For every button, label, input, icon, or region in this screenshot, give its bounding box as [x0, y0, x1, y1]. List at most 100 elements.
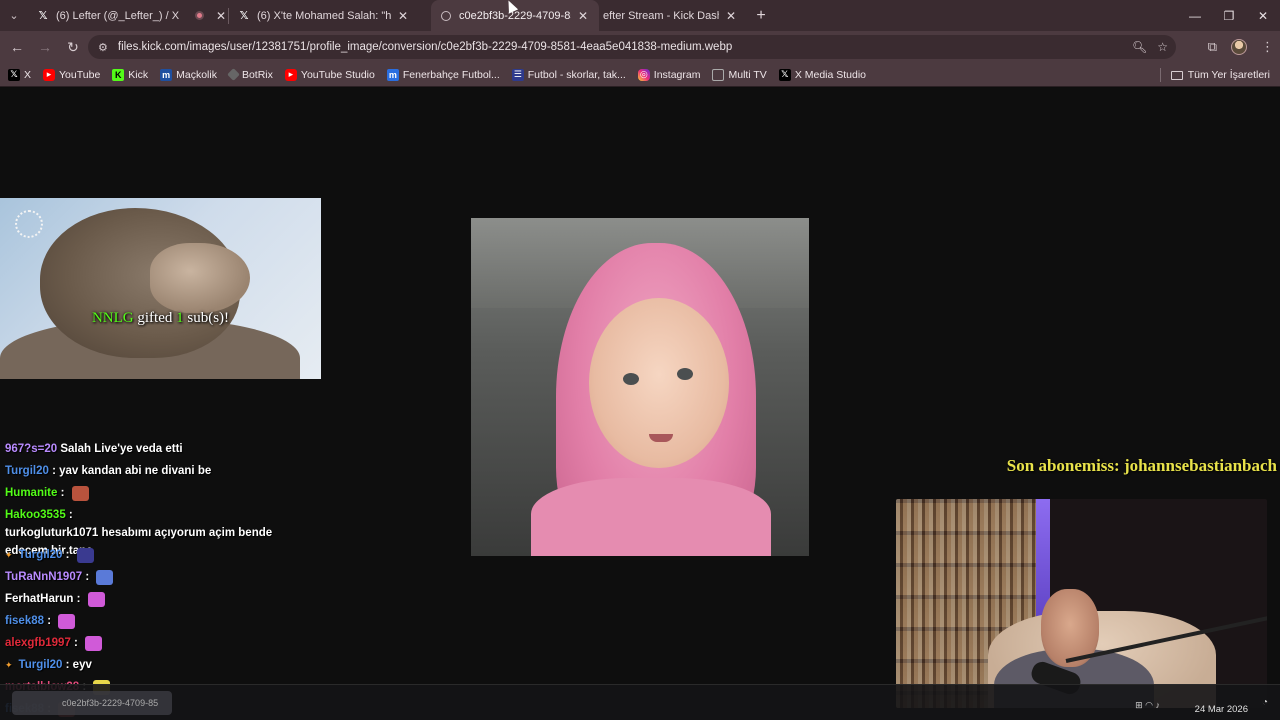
alert-username: NNLG [91, 310, 134, 326]
window-controls: — ❐ ✕ [1178, 0, 1280, 31]
close-window-button[interactable]: ✕ [1246, 0, 1280, 31]
chat-separator: : [82, 571, 93, 583]
minimize-button[interactable]: — [1178, 0, 1212, 31]
bookmark-youtube[interactable]: ▸ YouTube [43, 68, 100, 81]
chat-message: Turgil20 : yav kandan abi ne divani be [0, 460, 280, 482]
new-tab-button[interactable]: + [747, 7, 775, 25]
close-tab-icon[interactable]: ✕ [216, 9, 226, 23]
bookmark-label: Multi TV [728, 68, 767, 81]
bookmark-kick[interactable]: K Kick [112, 68, 149, 81]
bookmark-instagram[interactable]: ◎ Instagram [637, 68, 701, 81]
bookmark-botrix[interactable]: BotRix [227, 68, 273, 81]
tab-lefter-x[interactable]: 𝕏 (6) Lefter (@_Lefter_) / X [28, 0, 188, 31]
last-subscriber-banner: Son abonemiss: johannsebastianbach [1006, 456, 1277, 475]
bookmark-label: Kick [128, 68, 149, 81]
kick-icon: K [112, 68, 125, 81]
restore-button[interactable]: ❐ [1212, 0, 1246, 31]
system-tray-icons[interactable]: ⊞ ◠ ♪ [1135, 700, 1160, 711]
forward-button[interactable]: → [32, 34, 58, 60]
tab-search-button[interactable]: ⌄ [0, 0, 28, 31]
chat-emote-icon [71, 485, 89, 501]
bookmark-label: BotRix [241, 68, 273, 81]
bookmark-label: Fenerbahçe Futbol... [402, 68, 500, 81]
chat-username: Hakoo3535 [5, 509, 66, 521]
browser-toolbar: ← → ↻ ⚙ files.kick.com/images/user/12381… [0, 31, 1280, 63]
profile-image-view [471, 218, 809, 556]
youtube-icon: ▸ [284, 68, 297, 81]
chat-separator: : [44, 615, 55, 627]
chat-message: Humanite : [0, 482, 280, 504]
bookmark-youtube-studio[interactable]: ▸ YouTube Studio [284, 68, 375, 81]
zoom-icon[interactable]: 🔍︎ [1132, 40, 1147, 54]
chat-separator: : [73, 593, 84, 605]
tab-kick-dashboard[interactable]: efter Stream - Kick Dashboard ✕ [599, 0, 747, 31]
bookmark-x-media-studio[interactable]: 𝕏X Media Studio [778, 68, 866, 81]
globe-icon [439, 9, 453, 23]
chat-emote-icon [85, 635, 103, 651]
menu-kebab-icon[interactable]: ⋮ [1261, 39, 1274, 55]
stream-preview: NNLG gifted 1 sub(s)! 967?s=20 Salah Liv… [0, 88, 1280, 720]
notification-icon[interactable]: ◔ [1262, 697, 1268, 708]
chat-username: Turgil20 [5, 465, 49, 477]
bookmark-mackolik[interactable]: m Maçkolik [160, 68, 217, 81]
chat-emote-icon [58, 613, 76, 629]
tab-recording[interactable]: ✕ [188, 0, 228, 31]
recording-icon [192, 9, 206, 23]
bookmark-star-icon[interactable]: ☆ [1157, 40, 1168, 54]
tab-mohamed-salah[interactable]: 𝕏 (6) X'te Mohamed Salah: "https: ✕ [229, 0, 419, 31]
reload-button[interactable]: ↻ [60, 34, 86, 60]
address-bar[interactable]: ⚙ files.kick.com/images/user/12381751/pr… [88, 35, 1176, 59]
close-tab-icon[interactable]: ✕ [723, 9, 739, 23]
bookmark-label: Futbol - skorlar, tak... [527, 68, 626, 81]
taskbar: c0e2bf3b-2229-4709-85 ⊞ ◠ ♪ 24 Mar 2026 … [0, 684, 1280, 720]
restore-icon: ❐ [1223, 8, 1235, 23]
chat-message: fisek88 : [0, 610, 280, 632]
x-logo-icon: 𝕏 [38, 10, 48, 22]
bookmark-label: YouTube Studio [300, 68, 375, 81]
sub-badge-icon: ✦ [5, 549, 13, 560]
chat-message: Hakoo3535 : turkogluturk1071 hesabımı aç… [0, 504, 280, 557]
tab-title: c0e2bf3b-2229-4709-8581-4ea [459, 9, 571, 22]
toolbar-right: ⧉ ⋮ [1208, 31, 1274, 63]
chat-separator: : [62, 659, 73, 671]
chat-username: 967?s=20 [5, 443, 58, 455]
chat-separator: : [70, 637, 82, 649]
arrow-right-icon: → [38, 39, 52, 55]
chat-username: fisek88 [5, 615, 45, 627]
bookmarks-divider [1159, 68, 1161, 82]
m-icon: m [386, 68, 399, 81]
chat-message: 967?s=20 Salah Live'ye veda etti [0, 438, 280, 460]
bookmark-x[interactable]: 𝕏X [8, 68, 32, 81]
photo-scarf [531, 478, 771, 556]
url-text[interactable]: files.kick.com/images/user/12381751/prof… [118, 41, 732, 53]
chat-separator: : [57, 487, 68, 499]
chat-username: Turgil20 [18, 549, 63, 561]
bookmark-multi-tv[interactable]: Multi TV [712, 68, 767, 81]
plus-icon: + [756, 6, 766, 24]
all-bookmarks-folder[interactable]: Tüm Yer İşaretleri [1159, 63, 1270, 87]
chat-separator: : [62, 549, 73, 561]
bookmark-fenerbahce[interactable]: m Fenerbahçe Futbol... [386, 68, 500, 81]
taskbar-window-thumbnail[interactable]: c0e2bf3b-2229-4709-85 [12, 691, 172, 715]
photo-eye [677, 368, 693, 380]
bookmark-futbol-skorlar[interactable]: ☰ Futbol - skorlar, tak... [511, 68, 626, 81]
extensions-icon[interactable]: ⧉ [1208, 39, 1217, 55]
close-tab-icon[interactable]: ✕ [395, 9, 411, 23]
chat-message: TuRaNnN1907 : [0, 566, 280, 588]
bookmark-label: Instagram [653, 68, 701, 81]
tab-strip: ⌄ 𝕏 (6) Lefter (@_Lefter_) / X ✕ 𝕏 (6) X… [0, 0, 1280, 31]
site-settings-icon[interactable]: ⚙ [98, 41, 108, 54]
chat-text: Salah Live'ye veda etti [60, 443, 183, 455]
alert-text-end: sub(s)! [183, 310, 230, 326]
arrow-left-icon: ← [10, 39, 24, 55]
chat-text: yav kandan abi ne divani be [59, 465, 212, 477]
webcam-feed [896, 499, 1267, 708]
profile-avatar[interactable] [1231, 39, 1247, 55]
x-logo-icon: 𝕏 [239, 10, 249, 22]
bookmark-label: X [24, 68, 32, 81]
chat-username: FerhatHarun [5, 593, 74, 605]
chat-emote-icon [96, 569, 114, 585]
tab-title: (6) X'te Mohamed Salah: "https: [257, 9, 391, 22]
close-tab-icon[interactable]: ✕ [575, 9, 591, 23]
back-button[interactable]: ← [4, 34, 30, 60]
